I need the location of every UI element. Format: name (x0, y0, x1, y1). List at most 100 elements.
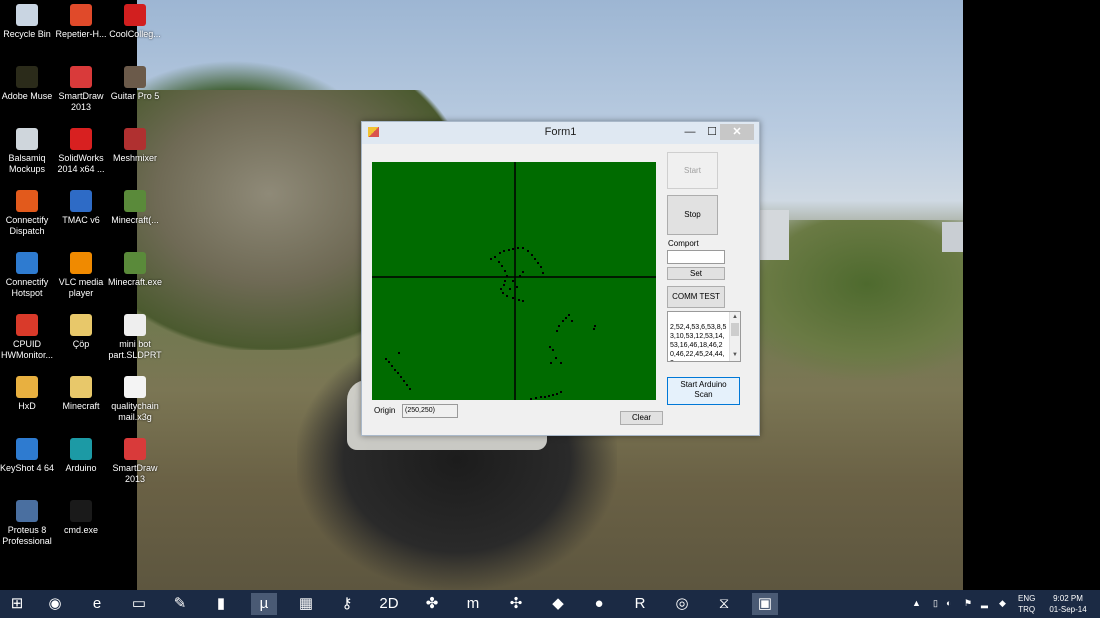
scan-point (512, 297, 514, 299)
data-textbox[interactable]: 2,52,4,53,6,53,8,53,10,53,12,53,14,53,16… (667, 311, 741, 362)
origin-field[interactable]: (250,250) (402, 404, 458, 418)
chrome-icon[interactable]: ◎ (669, 593, 695, 615)
utorrent-icon[interactable]: µ (251, 593, 277, 615)
title-bar[interactable]: Form1 — ☐ ✕ (362, 122, 759, 144)
scan-point (518, 299, 520, 301)
desktop-icon-label: Minecraft (62, 401, 100, 411)
tmac-icon (70, 190, 92, 212)
scan-point (558, 325, 560, 327)
meshmixer-icon (124, 128, 146, 150)
desktop-icon[interactable]: CoolColleg... (104, 4, 166, 40)
set-button[interactable]: Set (667, 267, 725, 280)
scan-point (504, 280, 506, 282)
tray-up-arrow-icon[interactable]: ▲ (912, 598, 921, 608)
scan-point (501, 265, 503, 267)
desktop-icon-label: mini bot part.SLDPRT (108, 339, 162, 360)
scan-point (571, 320, 573, 322)
stop-button[interactable]: Stop (667, 195, 718, 235)
windows-start-icon[interactable]: ⊞ (4, 593, 30, 615)
arduino-scan-label-1: Start Arduino (680, 380, 727, 389)
repetier-icon[interactable]: R (627, 593, 653, 615)
desktop-icon-label: Çöp (72, 339, 90, 349)
desktop-icon[interactable]: cmd.exe (50, 500, 112, 536)
cmd-icon (70, 500, 92, 522)
desktop-icon[interactable]: Guitar Pro 5 (104, 66, 166, 102)
desktop-icon[interactable]: Minecraft.exe (104, 252, 166, 288)
desktop-icon[interactable]: Minecraft(... (104, 190, 166, 226)
robot-icon[interactable]: ✣ (503, 593, 529, 615)
pdf-icon (124, 4, 146, 26)
cura-2d-icon[interactable]: 2D (376, 593, 402, 615)
calculator-icon[interactable]: ▦ (293, 593, 319, 615)
scan-point (535, 397, 537, 399)
language-code: ENG (1018, 594, 1036, 603)
desktop-icon[interactable]: SmartDraw 2013 (104, 438, 166, 485)
scan-canvas (372, 162, 656, 400)
clear-button[interactable]: Clear (620, 411, 663, 425)
start-arduino-scan-button[interactable]: Start Arduino Scan (667, 377, 740, 405)
scan-point (490, 258, 492, 260)
file-explorer-icon[interactable]: ▭ (126, 593, 152, 615)
key-icon[interactable]: ⚷ (334, 593, 360, 615)
scroll-down-icon[interactable]: ▼ (732, 351, 738, 360)
desktop-icon[interactable]: Çöp (50, 314, 112, 350)
form1-app-icon[interactable]: ▣ (752, 593, 778, 615)
tray-warning-icon[interactable]: ◐ (946, 598, 951, 608)
desktop-icon[interactable]: SolidWorks 2014 x64 ... (50, 128, 112, 175)
clock-time: 9:02 PM (1053, 594, 1083, 603)
scan-plot-area[interactable] (372, 162, 656, 400)
internet-explorer-icon[interactable]: e (84, 593, 110, 615)
close-button[interactable]: ✕ (720, 124, 754, 140)
tray-signal-icon[interactable]: ▂ (981, 598, 988, 609)
scan-point (562, 320, 564, 322)
mu-icon[interactable]: m (460, 593, 486, 615)
scan-point (403, 380, 405, 382)
scroll-up-icon[interactable]: ▲ (732, 313, 738, 322)
scroll-thumb[interactable] (731, 323, 739, 336)
tray-dropbox-icon[interactable]: ◆ (999, 598, 1006, 609)
desktop-icon[interactable]: Meshmixer (104, 128, 166, 164)
clock[interactable]: 9:02 PM 01-Sep-14 (1046, 593, 1090, 615)
smartdraw-icon (70, 66, 92, 88)
tray-flag-icon[interactable]: ⚑ (964, 598, 972, 609)
scan-point (500, 288, 502, 290)
connectify-dispatch-icon (16, 190, 38, 212)
scan-point (522, 271, 524, 273)
scan-point (537, 262, 539, 264)
scan-point (517, 247, 519, 249)
desktop-icon[interactable]: Arduino (50, 438, 112, 474)
visual-studio-icon[interactable]: ⧖ (711, 593, 737, 615)
desktop-icon[interactable]: qualitychain mail.x3g (104, 376, 166, 423)
hxd-icon (16, 376, 38, 398)
maximize-button[interactable]: ☐ (705, 124, 719, 140)
minimize-button[interactable]: — (683, 124, 697, 140)
desktop-icon-label: TMAC v6 (62, 215, 100, 225)
desktop-icon[interactable]: Minecraft (50, 376, 112, 412)
meshmixer-icon[interactable]: ◆ (545, 593, 571, 615)
desktop-icon[interactable]: mini bot part.SLDPRT (104, 314, 166, 361)
scan-point (503, 250, 505, 252)
start-button[interactable]: Start (667, 152, 718, 189)
adobe-muse-icon (16, 66, 38, 88)
scan-point (540, 396, 542, 398)
scan-point (409, 388, 411, 390)
desktop-icon-label: Minecraft(... (111, 215, 159, 225)
terminal-icon[interactable]: ▮ (208, 593, 234, 615)
network-icon[interactable]: ✤ (419, 593, 445, 615)
scan-point (400, 376, 402, 378)
tray-phone-icon[interactable]: ▯ (933, 598, 938, 609)
desktop-icon[interactable]: Repetier-H... (50, 4, 112, 40)
comport-input[interactable] (667, 250, 725, 264)
firefox-icon[interactable]: ◉ (42, 593, 68, 615)
desktop-icon[interactable]: SmartDraw 2013 (50, 66, 112, 113)
scan-point (594, 325, 596, 327)
paint-icon[interactable]: ✎ (167, 593, 193, 615)
language-indicator[interactable]: ENG TRQ (1018, 593, 1035, 615)
data-scrollbar[interactable]: ▲ ▼ (729, 312, 740, 361)
desktop-icon[interactable]: TMAC v6 (50, 190, 112, 226)
comm-test-button[interactable]: COMM TEST (667, 286, 725, 308)
scan-point (398, 352, 400, 354)
folder-icon (70, 314, 92, 336)
eclipse-icon[interactable]: ● (586, 593, 612, 615)
desktop-icon[interactable]: VLC media player (50, 252, 112, 299)
